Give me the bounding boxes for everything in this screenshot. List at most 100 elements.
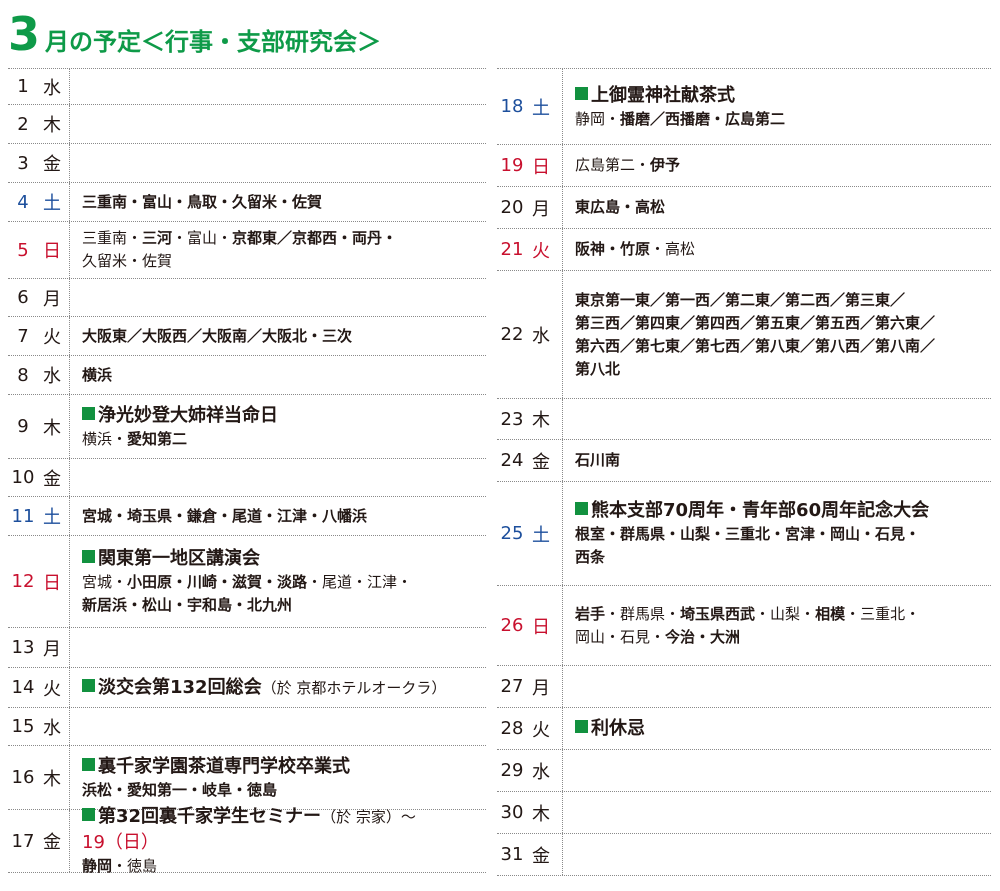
date-number: 3 (17, 152, 29, 174)
date-number: 13 (11, 637, 35, 658)
branch-name: 第六西／第七東／第七西／第八東／第八西／第八南／ (575, 336, 936, 355)
event-title: 淡交会第132回総会（於 京都ホテルオークラ） (82, 675, 446, 701)
weekday: 水 (43, 717, 61, 739)
event-venue: （於 京都ホテルオークラ） (261, 678, 447, 697)
date-number: 25 (500, 523, 524, 544)
day-cell: 30 木 (497, 792, 563, 833)
day-content: 広島第二・伊予 (563, 154, 680, 177)
day-cell: 13 月 (8, 628, 70, 667)
day-cell: 9木 (8, 395, 70, 458)
weekday: 木 (532, 410, 550, 431)
event-name: 利休忌 (591, 718, 645, 739)
day-cell: 16 木 (8, 746, 70, 809)
day-cell: 18 土 (497, 69, 563, 144)
weekday: 土 (532, 97, 550, 119)
branch-name: 静岡 (82, 857, 113, 875)
weekday: 土 (532, 524, 550, 546)
weekday: 火 (43, 327, 61, 348)
day-content: 裏千家学園茶道専門学校卒業式 浜松・愛知第一・岐阜・徳島 (70, 754, 350, 802)
branch-name: 久留米・佐賀 (82, 252, 173, 270)
weekday: 木 (43, 115, 61, 136)
day-cell: 26 日 (497, 586, 563, 665)
day-cell: 29 水 (497, 750, 563, 791)
branch-name: 石川南 (575, 451, 621, 469)
branch-name: 相模 (815, 604, 846, 623)
event-name: 第32回裏千家学生セミナー (98, 806, 322, 827)
weekday: 火 (532, 719, 550, 741)
branch-line: 三重南・三河・富山・京都東／京都西・両丹・ (82, 227, 397, 250)
day-cell: 7火 (8, 317, 70, 355)
branch-name: 横浜 (82, 365, 113, 384)
day-cell: 21 火 (497, 229, 563, 270)
weekday: 日 (532, 616, 550, 638)
weekday: 月 (43, 288, 61, 310)
day-row: 3金 (8, 144, 486, 183)
branch-name: 根室・群馬県・山梨・三重北・宮津・岡山・石見・ (575, 525, 921, 543)
weekday: 火 (43, 678, 61, 700)
branch-name: 横浜・ (82, 429, 128, 448)
branch-name: 大阪東／大阪西／大阪南／大阪北・三次 (82, 326, 353, 345)
title-text: 月の予定＜行事・支部研究会＞ (45, 28, 382, 56)
event-title: 関東第一地区講演会 (82, 546, 412, 571)
day-row: 16 木裏千家学園茶道専門学校卒業式 浜松・愛知第一・岐阜・徳島 (8, 746, 486, 810)
day-row: 13 月 (8, 628, 486, 668)
branch-name: ・富山・ (172, 229, 233, 247)
day-cell: 24 金 (497, 440, 563, 481)
day-content: 石川南 (563, 449, 620, 472)
day-row: 1水 (8, 68, 486, 105)
day-row: 12 日関東第一地区講演会 宮城・小田原・川崎・滋賀・淡路・尾道・江津・ 新居浜・松山… (8, 536, 486, 628)
branch-line: 石川南 (575, 449, 620, 472)
branch-line: 静岡・播磨／西播磨・広島第二 (575, 108, 785, 131)
weekday: 土 (43, 507, 61, 528)
day-content: 利休忌 (563, 716, 645, 741)
weekday: 金 (532, 451, 550, 473)
event-name: 淡交会第132回総会 (98, 676, 262, 698)
day-row: 11 土 宮城・埼玉県・鎌倉・尾道・江津・八幡浜 (8, 497, 486, 536)
branch-line: 東広島・高松 (575, 196, 665, 219)
day-cell: 20 月 (497, 187, 563, 228)
weekday: 火 (532, 240, 550, 262)
day-cell: 28 火 (497, 708, 563, 749)
branch-line: 広島第二・伊予 (575, 154, 680, 177)
date-number: 11 (11, 505, 35, 527)
event-marker-icon (82, 808, 95, 821)
weekday: 土 (43, 193, 61, 214)
date-number: 12 (11, 571, 35, 592)
branch-line: 岡山・石見・今治・大洲 (575, 626, 920, 649)
day-row: 20 月 東広島・高松 (497, 187, 991, 229)
branch-line: 三重南・富山・鳥取・久留米・佐賀 (82, 191, 322, 214)
day-content: 熊本支部70周年・青年部60周年記念大会根室・群馬県・山梨・三重北・宮津・岡山・… (563, 498, 929, 569)
weekday: 月 (43, 638, 61, 660)
branch-name: 第三西／第四東／第四西／第五東／第五西／第六東／ (575, 313, 936, 332)
day-row: 4 土三重南・富山・鳥取・久留米・佐賀 (8, 183, 486, 222)
date-number: 19 (500, 155, 524, 176)
branch-name: 播磨／西播磨・広島第二 (620, 109, 786, 128)
day-content: 宮城・埼玉県・鎌倉・尾道・江津・八幡浜 (70, 505, 367, 528)
date-number: 31 (500, 844, 524, 865)
weekday: 金 (43, 832, 61, 853)
event-name: 熊本支部70周年・青年部60周年記念大会 (591, 500, 930, 521)
day-cell: 12 日 (8, 536, 70, 627)
schedule-column-right: 18 土上御霊神社献茶式 静岡・播磨／西播磨・広島第二 19 日 広島第二・伊予 20 月東広… (497, 68, 991, 876)
day-row: 23 木 (497, 399, 991, 440)
day-cell: 25 土 (497, 482, 563, 585)
day-cell: 8水 (8, 356, 70, 394)
date-number: 5 (17, 239, 29, 261)
weekday: 日 (43, 572, 61, 594)
event-title: 熊本支部70周年・青年部60周年記念大会 (575, 498, 929, 523)
event-marker-icon (82, 678, 95, 692)
branch-line: 第六西／第七東／第七西／第八東／第八西／第八南／ (575, 335, 935, 358)
branch-name: 三重南・ (82, 229, 143, 247)
branch-line: 第八北 (575, 358, 935, 381)
branch-name: 三河 (142, 229, 173, 247)
branch-line: 岩手・群馬県・埼玉県西武・山梨・相模・三重北・ (575, 603, 920, 626)
day-row: 15 水 (8, 708, 486, 746)
date-number: 6 (17, 287, 29, 308)
day-row: 30 木 (497, 792, 991, 834)
day-cell: 23 木 (497, 399, 563, 439)
branch-name: 宮城・ (82, 573, 128, 591)
day-content: 東広島・高松 (563, 196, 665, 219)
date-number: 28 (500, 718, 524, 739)
day-content: 第32回裏千家学生セミナー（於 宗家）〜19（日） 静岡・徳島 (70, 804, 486, 878)
day-content: 上御霊神社献茶式 静岡・播磨／西播磨・広島第二 (563, 83, 785, 131)
